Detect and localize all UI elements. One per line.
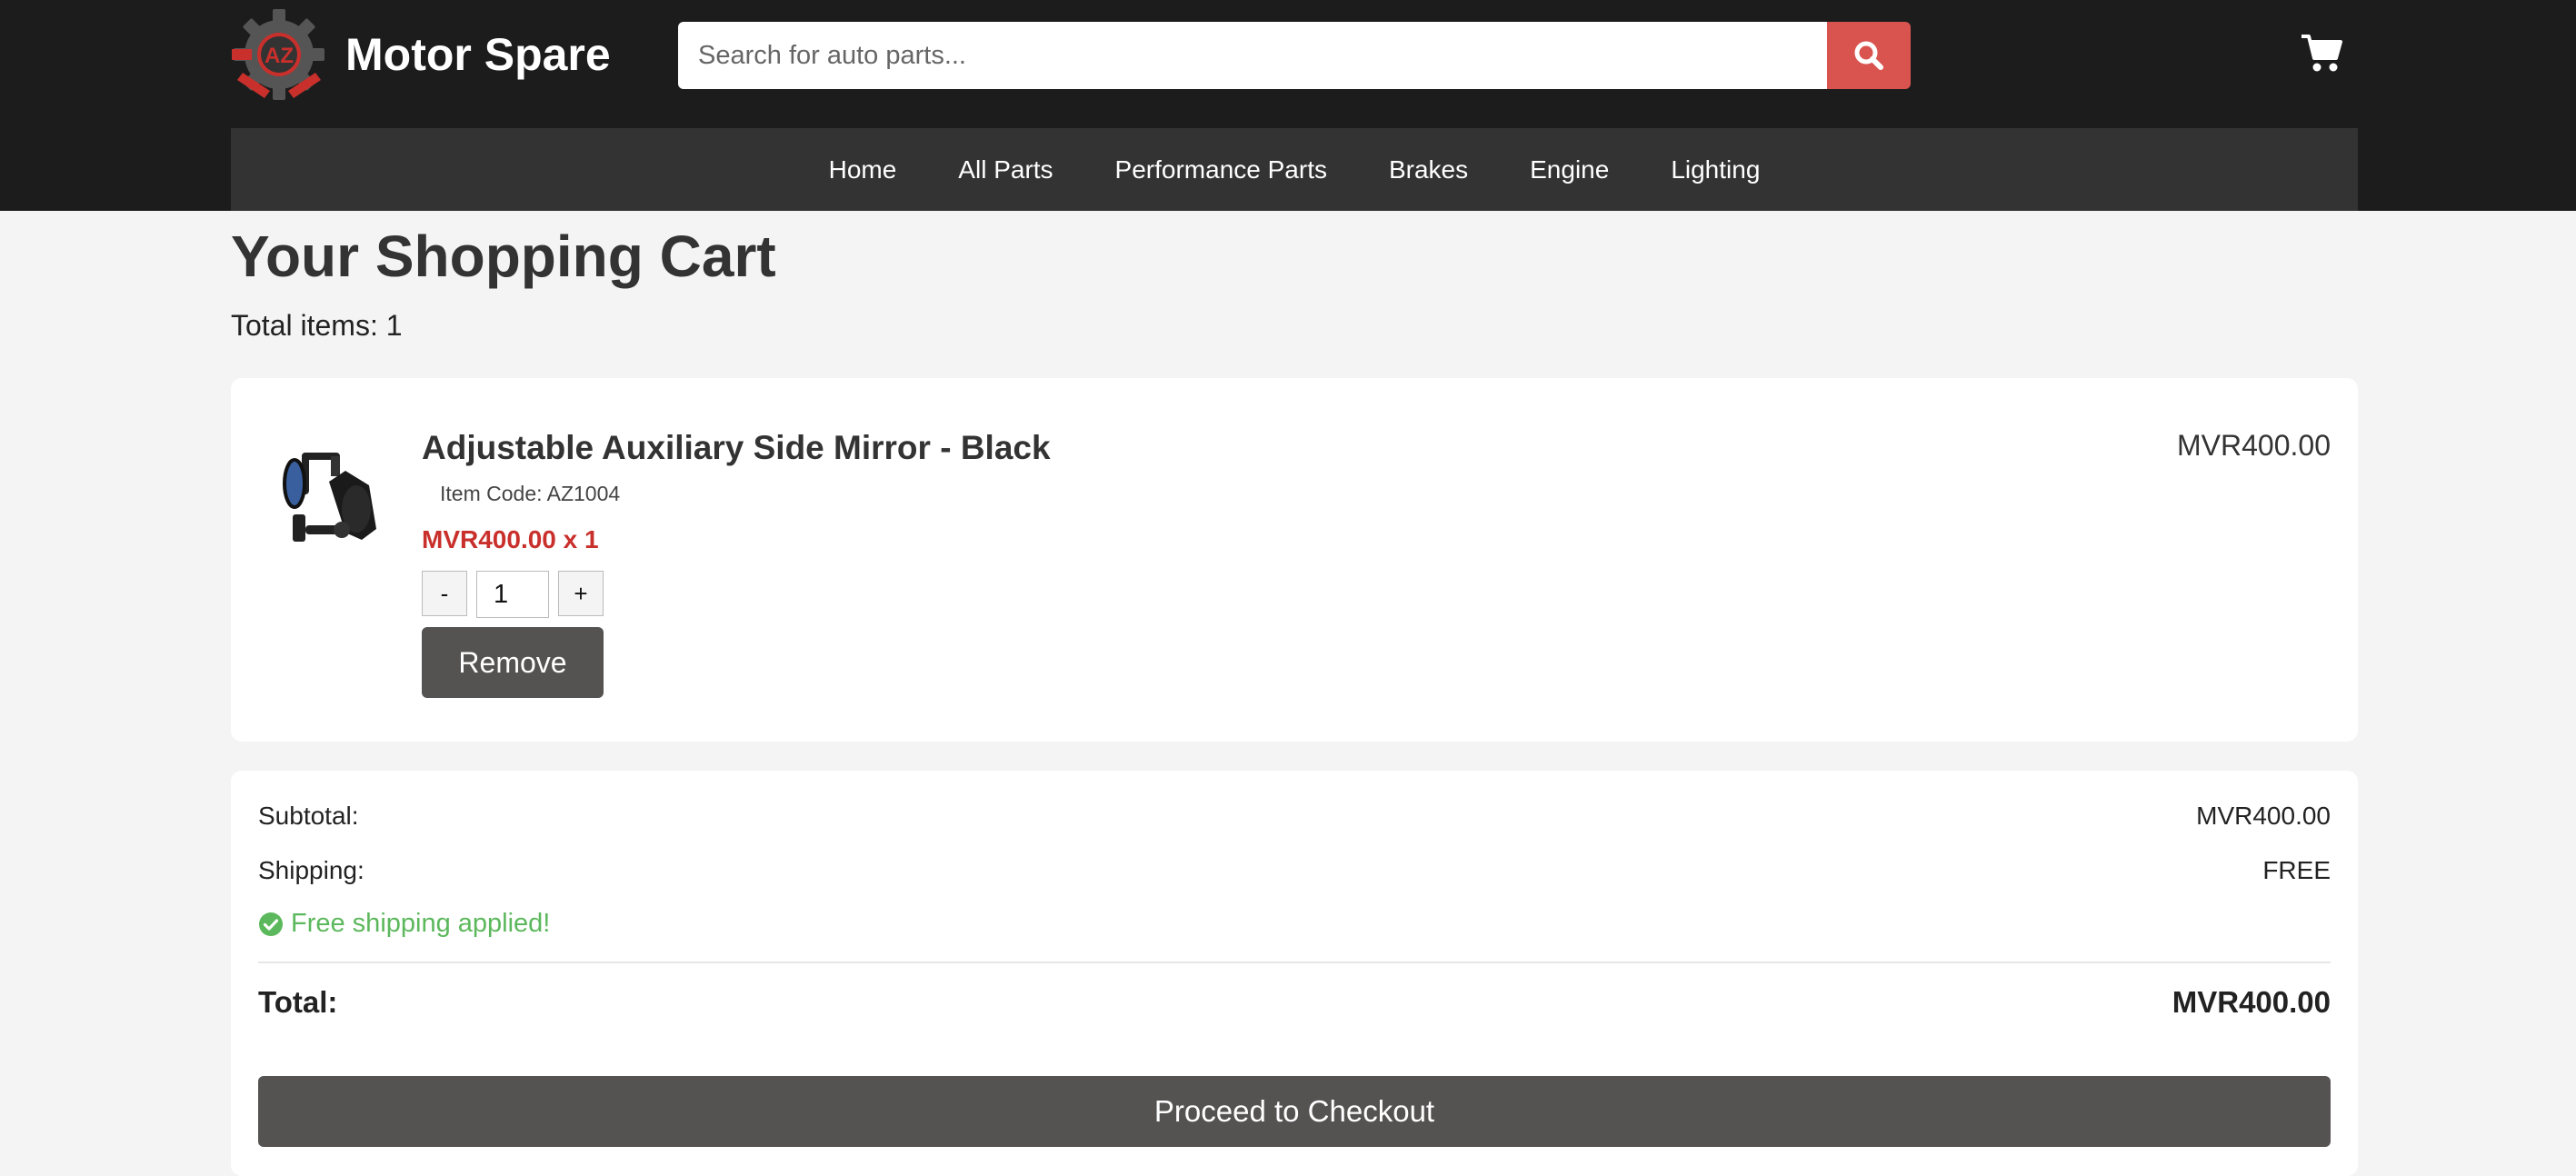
total-label: Total:	[258, 985, 338, 1019]
main-nav: Home All Parts Performance Parts Brakes …	[231, 128, 2358, 211]
search-input[interactable]	[678, 22, 1827, 89]
logo-text: AZ	[265, 44, 294, 68]
side-mirror-product-image	[283, 453, 376, 542]
cart-item: Adjustable Auxiliary Side Mirror - Black…	[231, 378, 2358, 742]
nav-item-performance-parts[interactable]: Performance Parts	[1115, 155, 1327, 184]
nav-item-all-parts[interactable]: All Parts	[958, 155, 1053, 184]
free-shipping-text: Free shipping applied!	[291, 909, 551, 938]
gear-wrench-logo-icon[interactable]: AZ	[229, 7, 329, 102]
check-circle-icon	[259, 912, 283, 936]
page-title: Your Shopping Cart	[231, 224, 776, 289]
brand-name[interactable]: Motor Spare	[345, 25, 611, 84]
total-value: MVR400.00	[2172, 985, 2331, 1019]
subtotal-value: MVR400.00	[2196, 802, 2331, 830]
shipping-label: Shipping:	[258, 856, 364, 884]
subtotal-label: Subtotal:	[258, 802, 359, 830]
search-button[interactable]	[1827, 22, 1911, 89]
top-header: AZ Motor Spare Home All Parts Performanc…	[0, 0, 2576, 211]
quantity-input[interactable]	[476, 571, 549, 618]
quantity-decrease-button[interactable]: -	[422, 571, 467, 616]
summary-divider	[258, 962, 2331, 963]
item-code: Item Code: AZ1004	[440, 482, 621, 505]
quantity-increase-button[interactable]: +	[558, 571, 604, 616]
total-items-count: Total items: 1	[231, 309, 403, 342]
item-name[interactable]: Adjustable Auxiliary Side Mirror - Black	[422, 429, 1051, 467]
nav-item-home[interactable]: Home	[829, 155, 897, 184]
shipping-value: FREE	[2262, 856, 2331, 884]
checkout-button[interactable]: Proceed to Checkout	[258, 1076, 2331, 1147]
item-unit-price: MVR400.00 x 1	[422, 525, 599, 553]
nav-item-engine[interactable]: Engine	[1530, 155, 1609, 184]
cart-button[interactable]	[2300, 33, 2343, 75]
remove-item-button[interactable]: Remove	[422, 627, 604, 698]
item-line-total: MVR400.00	[2177, 429, 2331, 462]
cart-icon	[2301, 35, 2342, 72]
search-icon	[1854, 41, 1883, 70]
free-shipping-note: Free shipping applied!	[258, 909, 550, 939]
nav-item-brakes[interactable]: Brakes	[1389, 155, 1468, 184]
order-summary: Subtotal: MVR400.00 Shipping: FREE Free …	[231, 771, 2358, 1176]
nav-item-lighting[interactable]: Lighting	[1671, 155, 1760, 184]
